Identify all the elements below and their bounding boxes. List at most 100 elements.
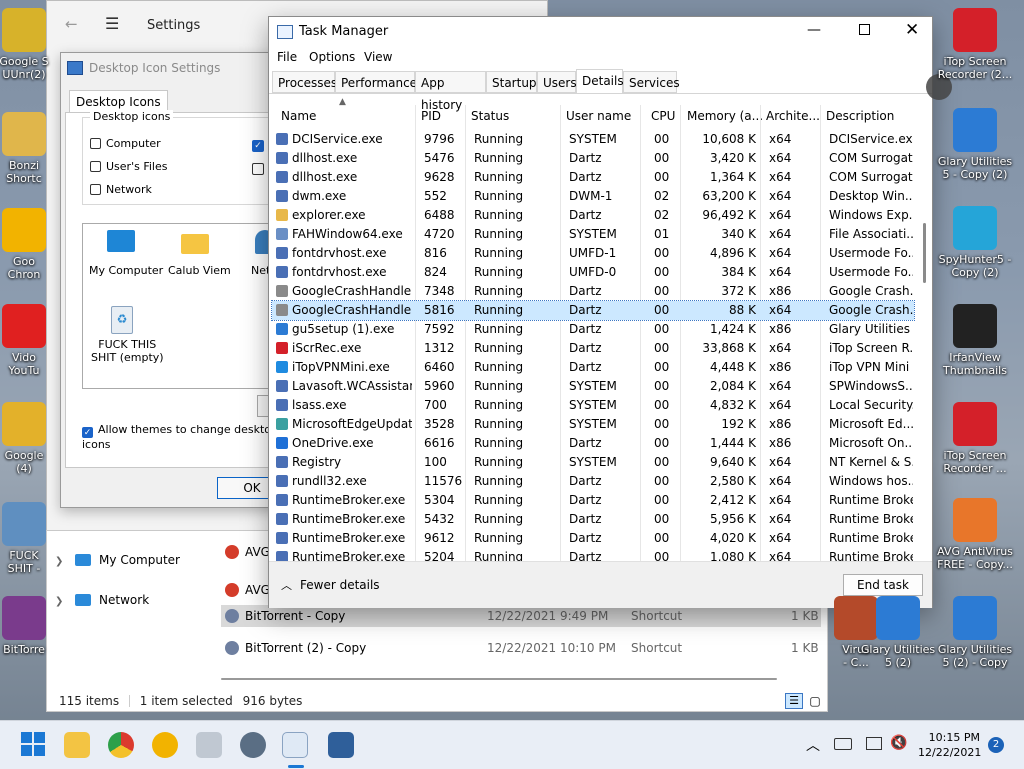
column-header-memory[interactable]: Memory (a... bbox=[687, 109, 763, 123]
nav-item-network[interactable]: ❯ Network bbox=[55, 593, 149, 607]
checkbox-checked[interactable]: ✓ bbox=[82, 427, 93, 438]
table-row[interactable]: iTopVPNMini.exe 6460 Running Dartz 00 4,448 K… bbox=[272, 358, 914, 377]
table-row[interactable]: RuntimeBroker.exe 5204 Running Dartz 00 1,080… bbox=[272, 548, 914, 561]
desktop-shortcut[interactable]: Goo Chron bbox=[0, 208, 62, 281]
recycle-bin-icon[interactable]: ♻ bbox=[111, 306, 133, 334]
table-row[interactable]: GoogleCrashHandler... 7348 Running Dartz 00 3… bbox=[272, 282, 914, 301]
desktop-shortcut[interactable]: Glary Utilities 5 - Copy (2) bbox=[937, 108, 1013, 181]
notification-badge[interactable]: 2 bbox=[988, 737, 1004, 753]
network-status-icon[interactable] bbox=[866, 737, 882, 750]
system-tool-icon[interactable] bbox=[328, 732, 354, 758]
desktop-shortcut[interactable]: Glary Utilities 5 (2) bbox=[860, 596, 936, 669]
table-row[interactable]: explorer.exe 6488 Running Dartz 02 96,492 K x6… bbox=[272, 206, 914, 225]
desktop-shortcut[interactable]: Glary Utilities 5 (2) - Copy bbox=[937, 596, 1013, 669]
fewer-details-link[interactable]: ︿ Fewer details bbox=[281, 577, 380, 593]
table-row[interactable]: GoogleCrashHandler... 5816 Running Dartz 00 8… bbox=[271, 300, 915, 321]
column-header-name[interactable]: Name bbox=[281, 109, 316, 123]
end-task-button[interactable]: End task bbox=[843, 574, 923, 596]
canary-browser-icon[interactable] bbox=[152, 732, 178, 758]
show-hidden-icons-chevron-icon[interactable]: ︿ bbox=[806, 735, 820, 755]
tab-services[interactable]: Services bbox=[623, 71, 680, 93]
allow-themes-row[interactable]: ✓ Allow themes to change desktop icons bbox=[82, 423, 286, 451]
tab-startup[interactable]: Startup bbox=[486, 71, 537, 93]
back-arrow-icon[interactable]: ← bbox=[65, 15, 78, 33]
desktop-shortcut[interactable]: SpyHunter5 - Copy (2) bbox=[937, 206, 1013, 279]
volume-muted-icon[interactable]: 🔇 bbox=[890, 735, 907, 751]
desktop-shortcut[interactable]: Bonzi Shortc bbox=[0, 112, 62, 185]
file-row[interactable]: BitTorrent - Copy 12/22/2021 9:49 PM Short… bbox=[221, 605, 821, 627]
folder-icon[interactable] bbox=[181, 234, 209, 254]
checkbox-row[interactable]: Computer bbox=[90, 137, 161, 150]
desktop-shortcut[interactable]: Google S UUnr(2) bbox=[0, 8, 62, 81]
large-icons-view-icon[interactable]: ▢ bbox=[807, 693, 823, 709]
table-row[interactable]: dllhost.exe 9628 Running Dartz 00 1,364 K x64 C… bbox=[272, 168, 914, 187]
file-row[interactable]: BitTorrent (2) - Copy 12/22/2021 10:10 PM… bbox=[221, 637, 821, 659]
column-header-user-name[interactable]: User name bbox=[566, 109, 631, 123]
close-icon[interactable]: ✕ bbox=[905, 20, 919, 40]
chevron-up-icon[interactable]: ︿ bbox=[281, 579, 292, 592]
menu-options[interactable]: Options bbox=[309, 50, 355, 64]
desktop-shortcut[interactable]: FUCK SHIT - bbox=[0, 502, 62, 575]
table-row[interactable]: gu5setup (1).exe 7592 Running Dartz 00 1,424 … bbox=[272, 320, 914, 339]
cell-pid: 5204 bbox=[424, 550, 455, 561]
start-icon[interactable] bbox=[21, 732, 47, 758]
tab-users[interactable]: Users bbox=[537, 71, 577, 93]
column-header-cpu[interactable]: CPU bbox=[651, 109, 675, 123]
document-app-icon[interactable] bbox=[196, 732, 222, 758]
desktop-shortcut[interactable]: iTop Screen Recorder (2... bbox=[937, 8, 1013, 81]
table-row[interactable]: dllhost.exe 5476 Running Dartz 00 3,420 K x64 C… bbox=[272, 149, 914, 168]
column-header-description[interactable]: Description bbox=[826, 109, 894, 123]
checkbox-row[interactable]: User's Files bbox=[90, 160, 167, 173]
settings-gear-icon[interactable] bbox=[240, 732, 266, 758]
checkbox-unchecked[interactable] bbox=[252, 163, 264, 175]
table-row[interactable]: fontdrvhost.exe 816 Running UMFD-1 00 4,896 K… bbox=[272, 244, 914, 263]
tab-performance[interactable]: Performance bbox=[335, 71, 417, 93]
table-row[interactable]: OneDrive.exe 6616 Running Dartz 00 1,444 K x86… bbox=[272, 434, 914, 453]
desktop-shortcut[interactable]: AVG AntiVirus FREE - Copy... bbox=[937, 498, 1013, 571]
column-header-architecture[interactable]: Archite... bbox=[766, 109, 820, 123]
clock[interactable]: 10:15 PM 12/22/2021 bbox=[918, 730, 981, 760]
table-row[interactable]: RuntimeBroker.exe 5432 Running Dartz 00 5,956… bbox=[272, 510, 914, 529]
checkbox-row[interactable]: Network bbox=[90, 183, 152, 196]
table-row[interactable]: Registry 100 Running SYSTEM 00 9,640 K x64 NT K… bbox=[272, 453, 914, 472]
tab-processes[interactable]: Processes bbox=[272, 71, 337, 93]
keyboard-icon[interactable] bbox=[834, 738, 852, 750]
table-row[interactable]: fontdrvhost.exe 824 Running UMFD-0 00 384 K x6… bbox=[272, 263, 914, 282]
vertical-scrollbar[interactable] bbox=[921, 105, 931, 561]
file-explorer-icon[interactable] bbox=[64, 732, 90, 758]
table-row[interactable]: RuntimeBroker.exe 9612 Running Dartz 00 4,020… bbox=[272, 529, 914, 548]
maximize-icon[interactable] bbox=[859, 24, 870, 35]
column-header-status[interactable]: Status bbox=[471, 109, 509, 123]
table-row[interactable]: MicrosoftEdgeUpdat... 3528 Running SYSTEM 00… bbox=[272, 415, 914, 434]
nav-item-my-computer[interactable]: ❯ My Computer bbox=[55, 553, 180, 567]
chrome-icon[interactable] bbox=[108, 732, 134, 758]
table-row[interactable]: iScrRec.exe 1312 Running Dartz 00 33,868 K x64… bbox=[272, 339, 914, 358]
explorer-hscrollbar[interactable] bbox=[47, 677, 779, 681]
desktop-shortcut[interactable]: IrfanView Thumbnails bbox=[937, 304, 1013, 377]
checkbox-checked[interactable]: ✓ bbox=[252, 140, 264, 152]
table-row[interactable]: RuntimeBroker.exe 5304 Running Dartz 00 2,412… bbox=[272, 491, 914, 510]
details-view-icon[interactable]: ☰ bbox=[785, 693, 803, 709]
menu-view[interactable]: View bbox=[364, 50, 392, 64]
desktop-shortcut[interactable]: iTop Screen Recorder ... bbox=[937, 402, 1013, 475]
column-header-pid[interactable]: PID bbox=[421, 109, 441, 123]
table-row[interactable]: rundll32.exe 11576 Running Dartz 00 2,580 K x6… bbox=[272, 472, 914, 491]
checkbox-unchecked[interactable] bbox=[90, 138, 101, 149]
table-row[interactable]: dwm.exe 552 Running DWM-1 02 63,200 K x64 Deskt… bbox=[272, 187, 914, 206]
my-computer-icon[interactable] bbox=[107, 230, 135, 252]
minimize-icon[interactable]: — bbox=[807, 22, 821, 38]
table-row[interactable]: DCIService.exe 9796 Running SYSTEM 00 10,608 … bbox=[272, 130, 914, 149]
menu-file[interactable]: File bbox=[277, 50, 297, 64]
hamburger-menu-icon[interactable]: ☰ bbox=[105, 14, 119, 33]
table-row[interactable]: FAHWindow64.exe 4720 Running SYSTEM 01 340 K x… bbox=[272, 225, 914, 244]
tab-details[interactable]: Details bbox=[576, 69, 624, 94]
tab-app-history[interactable]: App history bbox=[415, 71, 486, 112]
task-manager-taskbar-icon[interactable] bbox=[282, 732, 308, 758]
table-row[interactable]: Lavasoft.WCAssistan... 5960 Running SYSTEM 0… bbox=[272, 377, 914, 396]
checkbox-unchecked[interactable] bbox=[90, 161, 101, 172]
desktop-shortcut[interactable]: Vido YouTu bbox=[0, 304, 62, 377]
desktop-shortcut[interactable]: Google (4) bbox=[0, 402, 62, 475]
checkbox-unchecked[interactable] bbox=[90, 184, 101, 195]
table-row[interactable]: lsass.exe 700 Running SYSTEM 00 4,832 K x64 Loc… bbox=[272, 396, 914, 415]
desktop-shortcut[interactable]: BitTorre bbox=[0, 596, 62, 656]
